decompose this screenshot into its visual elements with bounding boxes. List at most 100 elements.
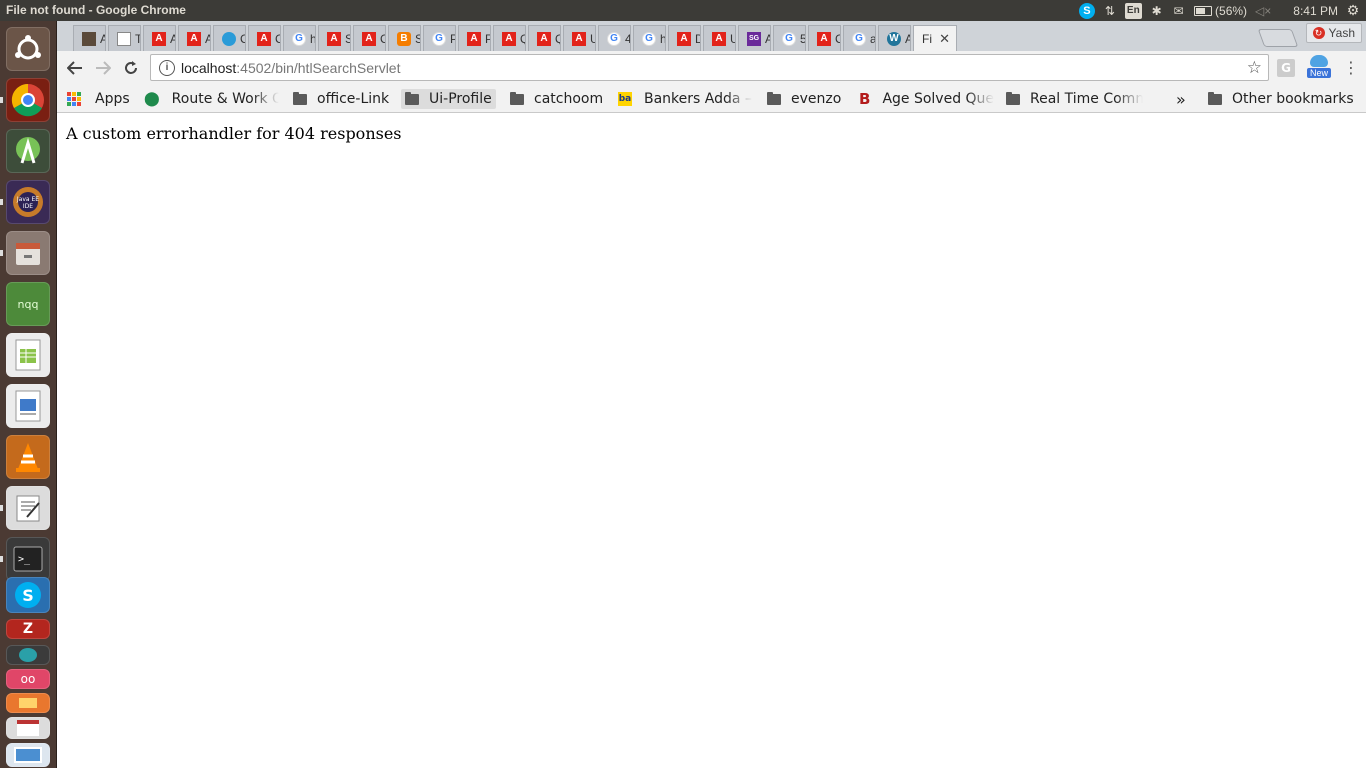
launcher-running-pip — [0, 250, 3, 256]
ubuntu-dash-button[interactable] — [6, 27, 50, 71]
keyboard-layout-indicator[interactable]: En — [1124, 2, 1142, 19]
bookmark-folder-office-link[interactable]: office-Link — [293, 89, 389, 109]
tab[interactable]: AU — [703, 25, 736, 51]
location-pin-icon: ⬤ — [144, 91, 160, 107]
filezilla-launcher-button[interactable]: Z — [6, 619, 50, 639]
files-launcher-button[interactable] — [6, 231, 50, 275]
profile-button[interactable]: ↻ Yash — [1305, 23, 1362, 43]
text-editor-icon — [16, 495, 40, 522]
bookmark-bankers-adda[interactable]: ba Bankers Adda – — [618, 89, 753, 109]
back-button[interactable] — [63, 57, 87, 79]
bookmark-star-icon[interactable]: ☆ — [1247, 58, 1262, 78]
dark-square-icon — [82, 31, 96, 46]
forward-button[interactable] — [91, 57, 115, 79]
bookmark-age-solved[interactable]: B Age Solved Que — [859, 89, 994, 109]
tab[interactable]: C — [213, 25, 246, 51]
reload-button[interactable] — [119, 57, 143, 79]
bookmark-folder-catchoom[interactable]: catchoom — [510, 89, 603, 109]
battery-indicator[interactable]: (56%) — [1193, 3, 1247, 19]
clock[interactable]: 8:41 PM — [1293, 3, 1338, 19]
tab[interactable]: AS — [318, 25, 351, 51]
tab[interactable]: G5 — [773, 25, 806, 51]
java-ee-ide-launcher-button[interactable]: Java EE IDE — [6, 180, 50, 224]
tab[interactable]: AC — [808, 25, 841, 51]
browser-toolbar: i localhost:4502/bin/htlSearchServlet ☆ … — [57, 51, 1366, 85]
new-tab-button[interactable] — [1257, 29, 1299, 47]
address-bar[interactable]: i localhost:4502/bin/htlSearchServlet ☆ — [150, 54, 1269, 81]
tab[interactable]: T — [108, 25, 141, 51]
launcher-running-pip — [0, 556, 3, 562]
tab[interactable]: AU — [563, 25, 596, 51]
presentation-icon — [15, 390, 41, 422]
tab-title: A — [100, 32, 105, 46]
reload-icon — [125, 61, 137, 74]
tab[interactable]: GP — [423, 25, 456, 51]
adobe-icon: A — [362, 31, 376, 46]
tab-title: A — [905, 32, 910, 46]
bookmark-folder-other-bookmarks[interactable]: Other bookmarks — [1208, 89, 1354, 109]
tab-title: Q — [520, 32, 525, 46]
tab[interactable]: G4 — [598, 25, 631, 51]
tab[interactable]: SG A — [738, 25, 771, 51]
tab-title: C — [835, 32, 840, 46]
tab[interactable]: Gh — [283, 25, 316, 51]
tab[interactable]: A — [73, 25, 106, 51]
tab-title: P — [485, 32, 490, 46]
adobe-icon: A — [327, 31, 341, 46]
app-launcher-button[interactable] — [6, 693, 50, 713]
bookmark-folder-real-time[interactable]: Real Time Comm — [1006, 89, 1143, 109]
skype-launcher-button[interactable]: S — [6, 577, 50, 613]
app-launcher-button[interactable] — [6, 645, 50, 665]
svg-text:IDE: IDE — [23, 203, 33, 210]
chrome-menu-icon[interactable]: ⋮ — [1343, 58, 1359, 77]
chrome-launcher-button[interactable] — [6, 78, 50, 122]
app-launcher-button[interactable]: oo — [6, 669, 50, 689]
remote-desktop-launcher-button[interactable] — [6, 743, 50, 767]
tab[interactable]: Gh — [633, 25, 666, 51]
mail-icon[interactable]: ✉ — [1172, 3, 1186, 19]
close-tab-icon[interactable]: ✕ — [939, 31, 950, 47]
terminal-launcher-button[interactable]: >_ — [6, 537, 50, 581]
bluetooth-icon[interactable]: ✱ — [1150, 3, 1164, 19]
tab[interactable]: AA — [143, 25, 176, 51]
bookmark-label: Ui-Profile — [429, 91, 492, 107]
tab[interactable]: AA — [178, 25, 211, 51]
bookmark-folder-ui-profile[interactable]: Ui-Profile — [401, 89, 496, 109]
libreoffice-calc-launcher-button[interactable] — [6, 333, 50, 377]
info-icon[interactable]: i — [159, 59, 175, 76]
tab[interactable]: AP — [458, 25, 491, 51]
bookmark-apps[interactable]: Apps — [67, 89, 130, 109]
nqq-launcher-button[interactable]: nqq — [6, 282, 50, 326]
page-content: A custom errorhandler for 404 responses — [57, 114, 1366, 768]
extension-g-button[interactable]: G — [1277, 59, 1295, 77]
skype-icon[interactable]: S — [1078, 2, 1095, 19]
tab-active[interactable]: Fi ✕ — [913, 25, 957, 51]
tab[interactable]: WA — [878, 25, 911, 51]
tab[interactable]: BS — [388, 25, 421, 51]
bookmark-route-work[interactable]: ⬤ Route & Work O — [144, 89, 279, 109]
settings-gear-icon[interactable]: ⚙ — [1346, 2, 1360, 19]
android-studio-launcher-button[interactable] — [6, 129, 50, 173]
network-icon[interactable]: ⇅ — [1103, 3, 1117, 19]
bookmark-label: Other bookmarks — [1232, 91, 1354, 107]
tab[interactable]: AC — [353, 25, 386, 51]
text-editor-launcher-button[interactable] — [6, 486, 50, 530]
extension-new-button[interactable]: New — [1305, 55, 1333, 83]
bookmark-label: Apps — [95, 91, 130, 107]
libreoffice-impress-launcher-button[interactable] — [6, 384, 50, 428]
tab[interactable]: AC — [248, 25, 281, 51]
vlc-launcher-button[interactable] — [6, 435, 50, 479]
bookmark-folder-evenzo[interactable]: evenzo — [767, 89, 841, 109]
launcher-running-pip — [0, 505, 3, 511]
bookmarks-overflow-button[interactable]: » — [1176, 89, 1186, 109]
bookmark-label: Age Solved Que — [882, 91, 994, 107]
volume-muted-icon[interactable]: ◁× — [1255, 3, 1271, 19]
wordpress-icon: W — [887, 31, 901, 46]
tab[interactable]: AQ — [493, 25, 526, 51]
tab[interactable]: Ga — [843, 25, 876, 51]
calendar-launcher-button[interactable] — [6, 717, 50, 739]
tab[interactable]: AQ — [528, 25, 561, 51]
launcher-running-pip — [0, 97, 3, 103]
tab[interactable]: AD — [668, 25, 701, 51]
google-icon: G — [642, 31, 656, 46]
